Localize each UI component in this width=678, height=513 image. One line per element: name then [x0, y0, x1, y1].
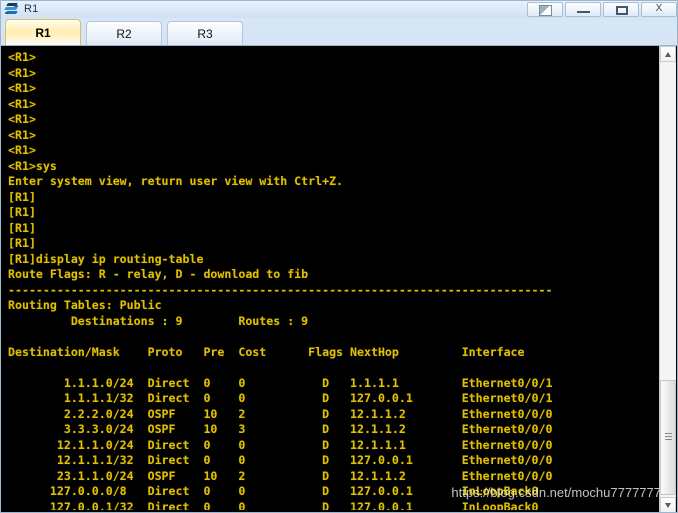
scrollbar-thumb[interactable] [660, 380, 676, 495]
tab-strip: R1 R2 R3 [1, 18, 677, 46]
scroll-up-button[interactable] [660, 46, 676, 62]
tab-r2[interactable]: R2 [86, 21, 162, 46]
terminal-frame: <R1> <R1> <R1> <R1> <R1> <R1> <R1> <R1>s… [1, 45, 677, 512]
minimize-button[interactable] [565, 1, 601, 17]
window-title: R1 [24, 3, 39, 15]
title-bar: R1 X [1, 1, 677, 18]
scroll-up-arrow-icon [665, 52, 671, 57]
router-icon [4, 2, 20, 17]
scroll-down-button[interactable] [660, 497, 676, 512]
close-button[interactable]: X [641, 1, 677, 17]
close-icon: X [655, 3, 663, 14]
scroll-down-arrow-icon [665, 503, 671, 508]
restore-icon [539, 4, 552, 16]
terminal-console[interactable]: <R1> <R1> <R1> <R1> <R1> <R1> <R1> <R1>s… [4, 48, 652, 510]
vertical-scrollbar[interactable] [659, 46, 676, 512]
terminal-output: <R1> <R1> <R1> <R1> <R1> <R1> <R1> <R1>s… [8, 50, 553, 510]
scrollbar-grip-icon [665, 433, 672, 440]
maximize-icon [616, 5, 628, 15]
tab-label: R3 [197, 27, 213, 41]
window-controls: X [525, 1, 677, 17]
maximize-button[interactable] [603, 1, 639, 17]
tab-r3[interactable]: R3 [167, 21, 243, 46]
tab-r1[interactable]: R1 [5, 19, 81, 46]
minimize-icon [577, 10, 590, 13]
tab-label: R1 [35, 26, 51, 40]
tab-label: R2 [116, 27, 132, 41]
scrollbar-track[interactable] [660, 62, 676, 497]
router-cli-window: R1 X R1 R2 R3 <R1> <R1> <R1> <R1> <R1> <… [0, 0, 678, 513]
restore-button[interactable] [527, 1, 563, 17]
